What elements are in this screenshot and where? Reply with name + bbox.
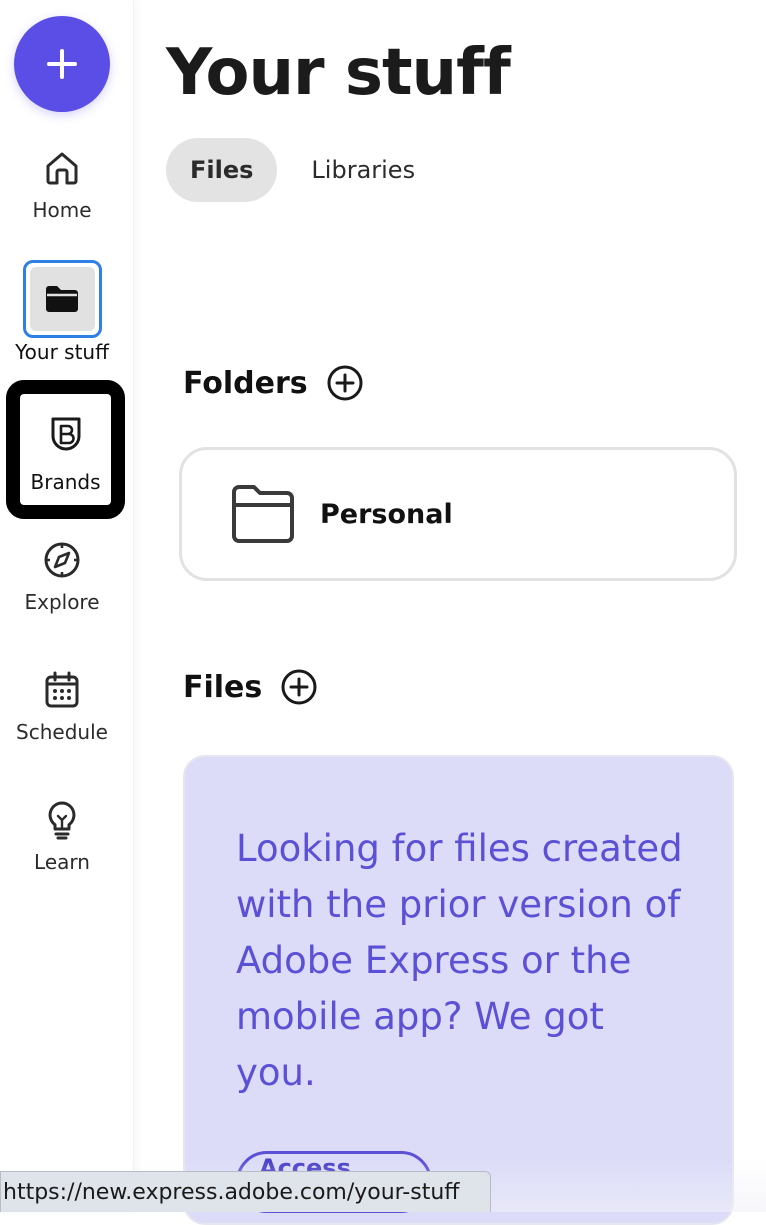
sidebar-item-learn[interactable]: Learn — [0, 798, 124, 874]
folders-section-header: Folders — [183, 364, 364, 402]
add-folder-button[interactable] — [326, 364, 364, 402]
sidebar-item-home[interactable]: Home — [0, 146, 124, 222]
sidebar-item-explore[interactable]: Explore — [0, 538, 124, 614]
sidebar-item-label: Schedule — [16, 720, 108, 744]
sidebar-item-brands[interactable]: Brands — [6, 380, 125, 519]
calendar-icon — [40, 668, 84, 712]
files-heading: Files — [183, 669, 263, 705]
sidebar-item-label: Learn — [34, 850, 90, 874]
brand-shield-icon — [44, 412, 88, 456]
add-file-button[interactable] — [280, 668, 318, 706]
tab-bar: Files Libraries — [166, 138, 439, 202]
add-circle-icon — [281, 669, 317, 705]
folder-icon — [29, 267, 95, 331]
tab-libraries[interactable]: Libraries — [287, 138, 439, 202]
folder-name: Personal — [320, 498, 453, 530]
sidebar-item-label: Your stuff — [15, 340, 109, 364]
sidebar-item-your-stuff[interactable]: Your stuff — [0, 260, 124, 364]
files-section-header: Files — [183, 668, 318, 706]
folder-outline-icon — [232, 485, 294, 543]
folders-heading: Folders — [183, 365, 308, 401]
plus-icon — [47, 49, 77, 79]
status-bar-url: https://new.express.adobe.com/your-stuff — [0, 1171, 491, 1212]
sidebar-item-label: Home — [32, 198, 92, 222]
sidebar-item-label: Brands — [30, 470, 101, 494]
compass-icon — [40, 538, 84, 582]
page-title: Your stuff — [166, 36, 511, 110]
prior-version-files-card: Looking for files created with the prior… — [183, 755, 734, 1225]
tab-files[interactable]: Files — [166, 138, 278, 202]
sidebar-item-schedule[interactable]: Schedule — [0, 668, 124, 744]
sidebar: Home Your stuff Brands Explore Schedule … — [0, 0, 134, 1212]
lightbulb-icon — [40, 798, 84, 842]
home-icon — [40, 146, 84, 190]
add-circle-icon — [327, 365, 363, 401]
selected-indicator — [22, 260, 102, 338]
sidebar-item-label: Explore — [24, 590, 100, 614]
promo-message: Looking for files created with the prior… — [236, 827, 683, 1094]
folder-card-personal[interactable]: Personal — [179, 447, 737, 581]
create-new-button[interactable] — [14, 16, 110, 112]
